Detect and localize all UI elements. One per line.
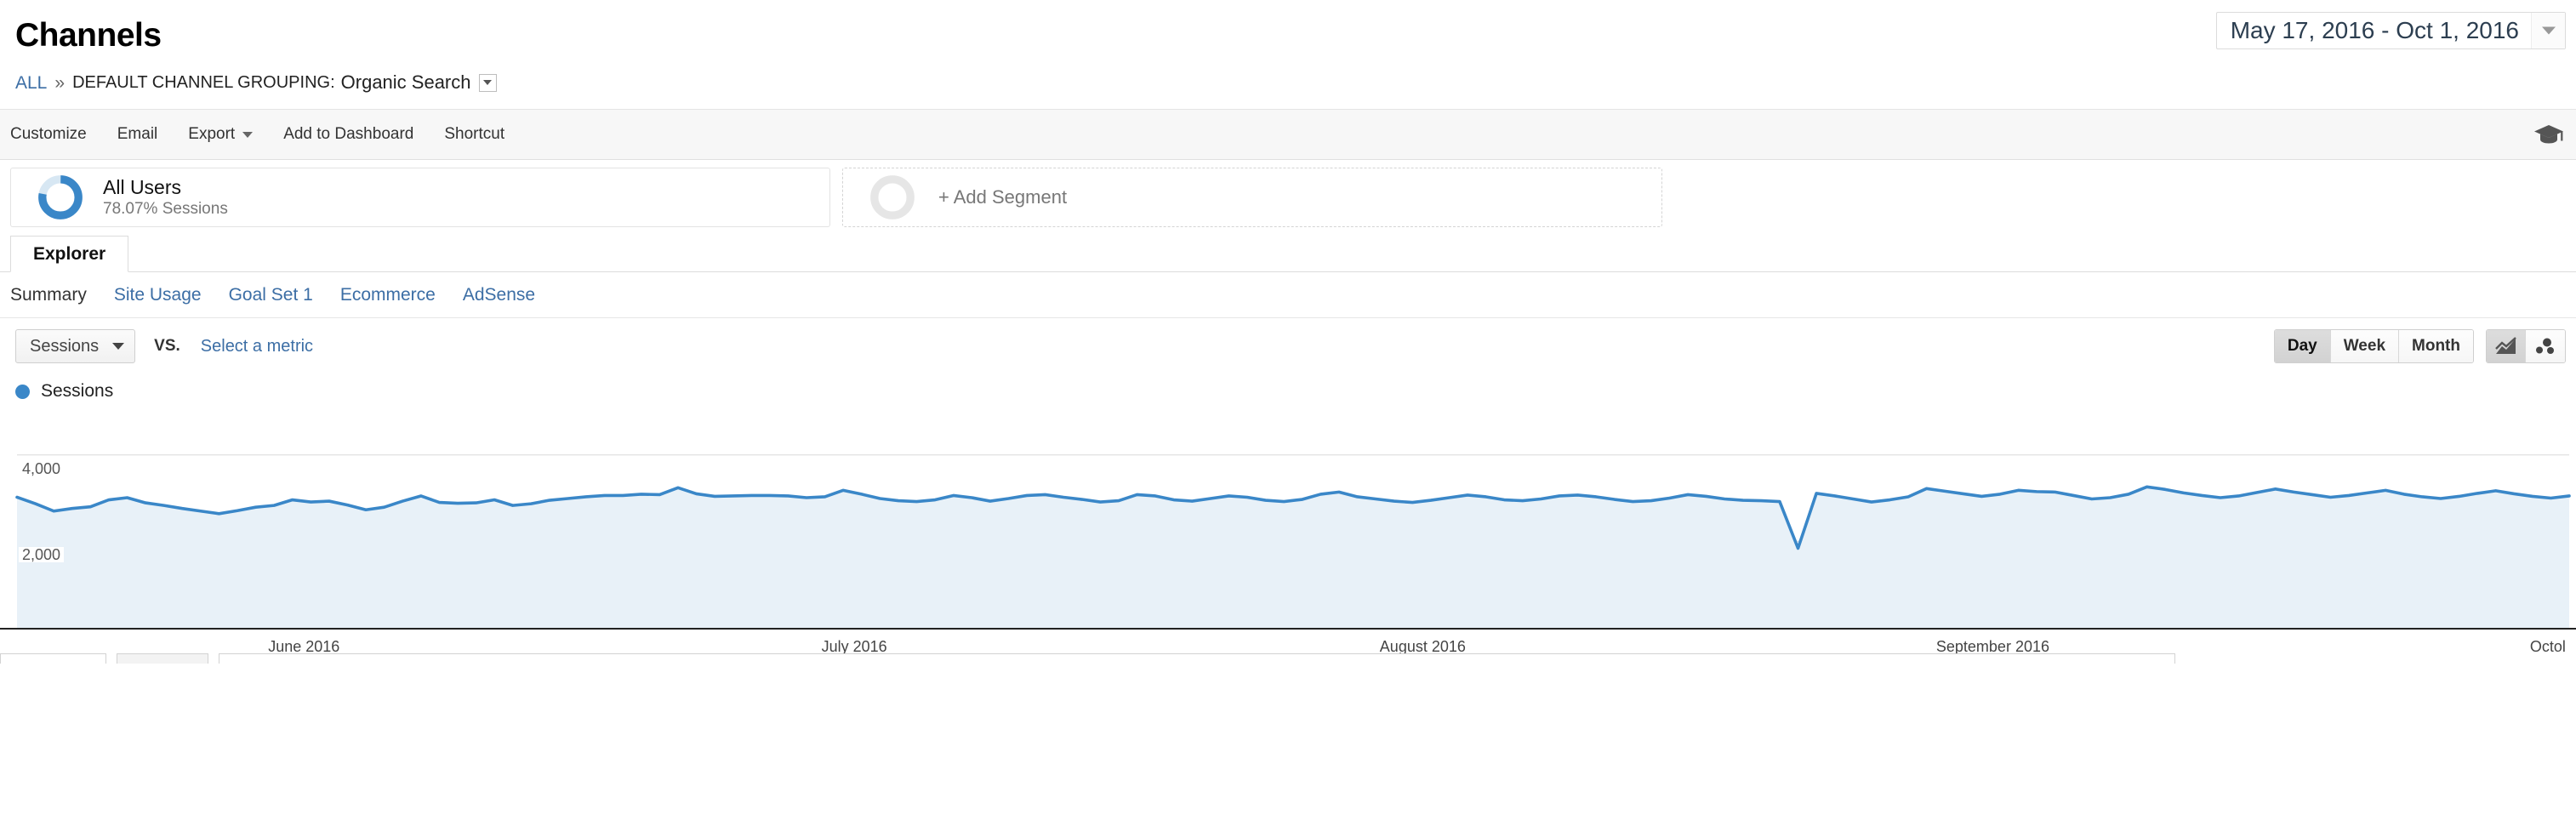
legend-color-dot [15, 384, 30, 399]
segment-texts: All Users 78.07% Sessions [103, 177, 228, 218]
table-controls-peek [0, 653, 2576, 664]
add-to-dashboard-button[interactable]: Add to Dashboard [283, 125, 413, 144]
donut-chart-icon [38, 175, 83, 219]
tab-explorer[interactable]: Explorer [10, 236, 129, 272]
sessions-timeline-chart[interactable]: 4,000 2,000 June 2016 July 2016 August 201… [0, 408, 2576, 664]
chart-canvas [15, 453, 2571, 628]
line-chart-icon[interactable] [2487, 330, 2526, 362]
granularity-month-button[interactable]: Month [2399, 330, 2473, 362]
export-label: Export [188, 125, 236, 143]
page-header: Channels ALL » DEFAULT CHANNEL GROUPING:… [0, 0, 2576, 109]
scatter-plot-icon[interactable] [2526, 330, 2565, 362]
chart-type-toggle-group [2486, 329, 2566, 363]
chevron-down-icon[interactable] [478, 73, 497, 92]
granularity-toggle-group: Day Week Month [2273, 329, 2474, 363]
y-axis-tick-2000: 2,000 [19, 547, 65, 563]
breadcrumb-all-link[interactable]: ALL [15, 74, 47, 92]
report-subnav: Summary Site Usage Goal Set 1 Ecommerce AdSe… [0, 272, 2576, 318]
chevron-down-icon [112, 343, 125, 350]
chevron-down-icon [242, 131, 254, 138]
subnav-item-adsense[interactable]: AdSense [463, 285, 535, 305]
customize-button[interactable]: Customize [10, 125, 87, 144]
peek-control-2[interactable] [117, 653, 208, 664]
subnav-item-ecommerce[interactable]: Ecommerce [340, 285, 436, 305]
segment-title: All Users [103, 175, 182, 198]
chart-area-fill [17, 487, 2569, 628]
granularity-day-button[interactable]: Day [2274, 330, 2331, 362]
segment-all-users[interactable]: All Users 78.07% Sessions [10, 168, 830, 227]
segment-bar: All Users 78.07% Sessions + Add Segment [0, 160, 2576, 235]
primary-metric-label: Sessions [30, 336, 100, 356]
breadcrumb-separator: » [54, 72, 66, 93]
segment-sessions-percent: 78.07% Sessions [103, 200, 228, 219]
metric-controls-row: Sessions VS. Select a metric Day Week Mont… [0, 318, 2576, 374]
report-toolbar: Customize Email Export Add to Dashboard … [0, 109, 2576, 160]
y-axis-tick-4000: 4,000 [19, 460, 65, 476]
graduation-cap-icon[interactable] [2533, 123, 2564, 145]
email-button[interactable]: Email [117, 125, 158, 144]
date-range-value: May 17, 2016 - Oct 1, 2016 [2230, 17, 2519, 43]
breadcrumb-dimension-label: DEFAULT CHANNEL GROUPING: [72, 73, 335, 92]
chart-legend: Sessions [0, 374, 2576, 408]
select-secondary-metric-link[interactable]: Select a metric [201, 337, 313, 356]
granularity-week-button[interactable]: Week [2330, 330, 2400, 362]
page-title: Channels [15, 17, 162, 54]
date-range-picker[interactable]: May 17, 2016 - Oct 1, 2016 [2215, 12, 2566, 49]
subnav-item-goal-set-1[interactable]: Goal Set 1 [229, 285, 313, 305]
breadcrumb: ALL » DEFAULT CHANNEL GROUPING: Organic … [15, 73, 497, 92]
add-segment-button[interactable]: + Add Segment [842, 168, 1662, 227]
peek-control-1[interactable] [0, 653, 106, 664]
empty-donut-icon [870, 175, 915, 219]
subnav-item-summary: Summary [10, 284, 87, 305]
vs-label: VS. [154, 337, 180, 355]
legend-series-label: Sessions [41, 381, 114, 401]
export-button[interactable]: Export [188, 125, 254, 144]
tab-strip: Explorer [0, 235, 2576, 272]
primary-metric-select[interactable]: Sessions [15, 329, 136, 363]
breadcrumb-dimension-value: Organic Search [340, 71, 471, 93]
analytics-report-page: Channels ALL » DEFAULT CHANNEL GROUPING:… [0, 0, 2576, 815]
shortcut-button[interactable]: Shortcut [444, 125, 504, 144]
peek-control-3[interactable] [219, 653, 2175, 664]
subnav-item-site-usage[interactable]: Site Usage [114, 285, 202, 305]
add-segment-label: + Add Segment [938, 186, 1068, 208]
chevron-down-icon[interactable] [2531, 13, 2565, 48]
